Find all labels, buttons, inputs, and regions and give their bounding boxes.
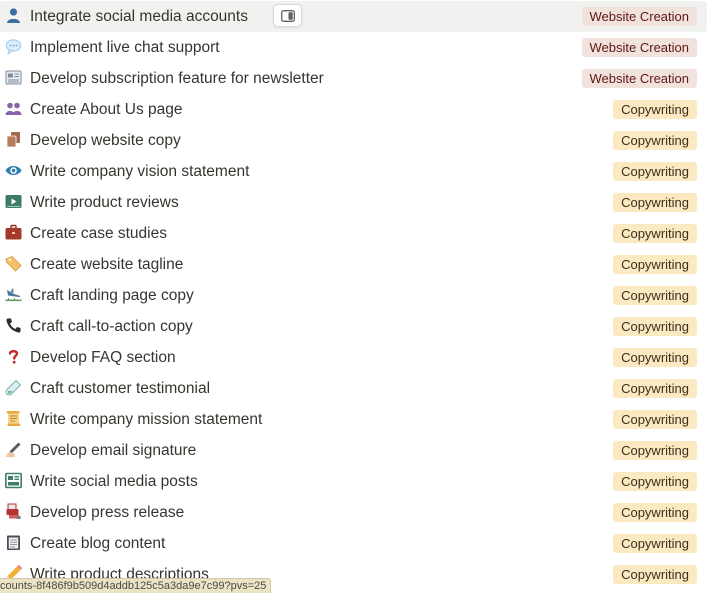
row-title[interactable]: Craft call-to-action copy [30,311,193,342]
label-tag-icon [5,255,22,272]
side-peek-icon [281,10,295,22]
table-row[interactable]: Craft customer testimonial Copywriting [0,373,707,404]
table-row[interactable]: Implement live chat support Website Crea… [0,32,707,63]
row-title[interactable]: Develop FAQ section [30,342,176,373]
category-tag: Copywriting [613,348,697,367]
table-row[interactable]: Create About Us page Copywriting [0,94,707,125]
category-tag: Copywriting [613,565,697,584]
eye-icon [5,162,22,179]
printing-press-icon [5,503,22,520]
task-list: Integrate social media accounts Website … [0,1,707,590]
open-in-side-peek-button[interactable] [273,4,302,27]
telephone-icon [5,317,22,334]
table-row[interactable]: Develop FAQ section Copywriting [0,342,707,373]
table-row[interactable]: Create blog content Copywriting [0,528,707,559]
table-row[interactable]: Craft call-to-action copy Copywriting [0,311,707,342]
newspaper-icon [5,69,22,86]
video-icon [5,193,22,210]
table-row[interactable]: Create website tagline Copywriting [0,249,707,280]
scroll-icon [5,410,22,427]
row-title[interactable]: Create website tagline [30,249,183,280]
table-row[interactable]: Write company mission statement Copywrit… [0,404,707,435]
table-row[interactable]: Write company vision statement Copywriti… [0,156,707,187]
speech-balloon-icon [5,38,22,55]
category-tag: Copywriting [613,100,697,119]
table-row[interactable]: Develop website copy Copywriting [0,125,707,156]
dashboard-icon [5,472,22,489]
test-tube-icon [5,379,22,396]
category-tag: Copywriting [613,379,697,398]
person-icon [5,7,22,24]
row-title[interactable]: Create blog content [30,528,165,559]
row-title[interactable]: Write company vision statement [30,156,249,187]
table-row[interactable]: Develop subscription feature for newslet… [0,63,707,94]
table-row[interactable]: Write social media posts Copywriting [0,466,707,497]
row-title[interactable]: Create case studies [30,218,167,249]
row-title[interactable]: Develop subscription feature for newslet… [30,63,324,94]
row-title[interactable]: Develop website copy [30,125,181,156]
category-tag: Copywriting [613,441,697,460]
category-tag: Copywriting [613,317,697,336]
writing-hand-icon [5,441,22,458]
category-tag: Website Creation [581,38,697,57]
row-title[interactable]: Write product reviews [30,187,179,218]
row-title[interactable]: Develop press release [30,497,184,528]
category-tag: Copywriting [613,503,697,522]
briefcase-icon [5,224,22,241]
category-tag: Copywriting [613,534,697,553]
category-tag: Website Creation [581,7,697,26]
category-tag: Copywriting [613,162,697,181]
table-row[interactable]: Integrate social media accounts Website … [0,1,707,32]
category-tag: Copywriting [613,472,697,491]
notepad-icon [5,534,22,551]
table-row[interactable]: Create case studies Copywriting [0,218,707,249]
category-tag: Copywriting [613,193,697,212]
table-row[interactable]: Develop email signature Copywriting [0,435,707,466]
link-preview-status-bar: counts-8f486f9b509d4addb125c5a3da9e7c99?… [0,578,272,593]
category-tag: Copywriting [613,286,697,305]
category-tag: Copywriting [613,224,697,243]
category-tag: Website Creation [581,69,697,88]
table-row[interactable]: Develop press release Copywriting [0,497,707,528]
table-row[interactable]: Craft landing page copy Copywriting [0,280,707,311]
row-title[interactable]: Implement live chat support [30,32,220,63]
row-title[interactable]: Craft landing page copy [30,280,194,311]
row-title[interactable]: Craft customer testimonial [30,373,210,404]
copy-pages-icon [5,131,22,148]
row-title[interactable]: Write company mission statement [30,404,262,435]
category-tag: Copywriting [613,131,697,150]
question-mark-icon [5,348,22,365]
people-icon [5,100,22,117]
airplane-landing-icon [5,286,22,303]
row-title[interactable]: Develop email signature [30,435,196,466]
category-tag: Copywriting [613,410,697,429]
row-title[interactable]: Integrate social media accounts [30,1,248,32]
row-title[interactable]: Write social media posts [30,466,198,497]
table-row[interactable]: Write product reviews Copywriting [0,187,707,218]
row-title[interactable]: Create About Us page [30,94,183,125]
category-tag: Copywriting [613,255,697,274]
